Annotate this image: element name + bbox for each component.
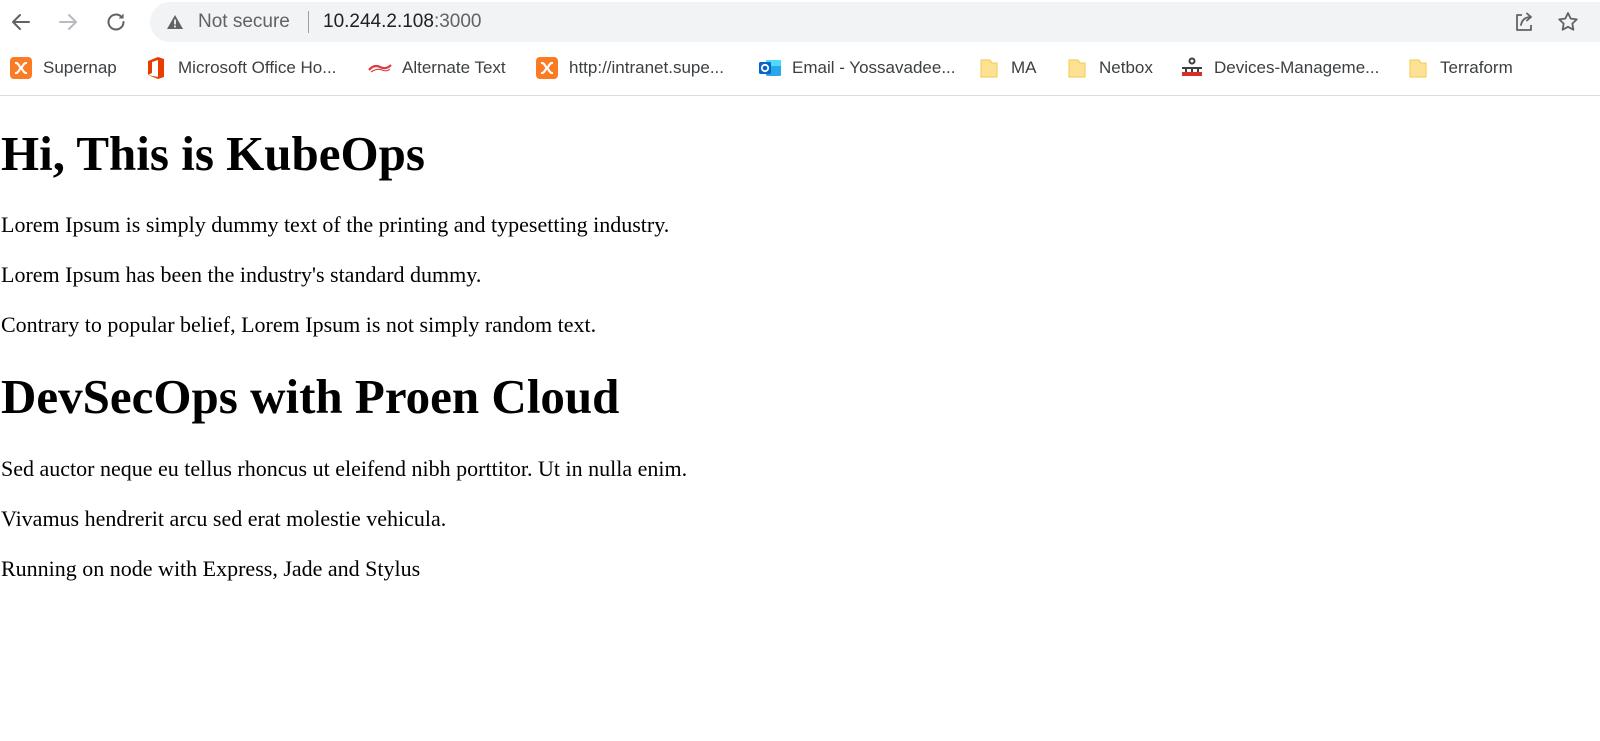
bookmark-alternate-text[interactable]: Alternate Text: [368, 55, 506, 81]
bookmark-folder-terraform[interactable]: Terraform: [1406, 55, 1513, 81]
xampp-icon: [9, 56, 33, 80]
outlook-icon: [758, 56, 782, 80]
bookmark-label: http://intranet.supe...: [569, 58, 724, 77]
arrow-left-icon: [12, 14, 30, 30]
paragraph: Running on node with Express, Jade and S…: [1, 556, 421, 581]
paragraph: Sed auctor neque eu tellus rhoncus ut el…: [1, 456, 688, 481]
url-host: 10.244.2.108: [323, 11, 434, 32]
url-text[interactable]: 10.244.2.108:3000: [323, 12, 482, 32]
arrow-right-icon: [59, 14, 77, 30]
paragraph: Lorem Ipsum is simply dummy text of the …: [1, 212, 670, 237]
folder-icon: [1065, 56, 1089, 80]
bookmark-intranet[interactable]: http://intranet.supe...: [535, 55, 724, 81]
reload-icon: [107, 13, 125, 31]
page-heading-devsecops: DevSecOps with Proen Cloud: [1, 369, 620, 424]
office-icon: [144, 56, 168, 80]
bookmark-devices-management[interactable]: Devices-Manageme...: [1180, 55, 1379, 81]
page-content: Hi, This is KubeOps Lorem Ipsum is simpl…: [0, 96, 1600, 741]
bookmark-label: Alternate Text: [402, 58, 506, 77]
warning-icon[interactable]: [166, 14, 184, 30]
reload-button[interactable]: [100, 6, 132, 38]
address-divider: [308, 11, 309, 33]
page-heading-kubeops: Hi, This is KubeOps: [1, 126, 425, 181]
browser-toolbar: Not secure 10.244.2.108:3000: [0, 0, 1600, 44]
bookmark-folder-ma[interactable]: MA: [977, 55, 1037, 81]
bookmark-supernap[interactable]: Supernap: [9, 55, 117, 81]
back-button[interactable]: [5, 6, 37, 38]
bookmark-label: Microsoft Office Ho...: [178, 58, 337, 77]
share-icon[interactable]: [1512, 10, 1536, 34]
url-port: :3000: [433, 11, 482, 32]
paragraph: Vivamus hendrerit arcu sed erat molestie…: [1, 506, 447, 531]
bookmark-folder-netbox[interactable]: Netbox: [1065, 55, 1153, 81]
bookmark-microsoft-office[interactable]: Microsoft Office Ho...: [144, 55, 336, 81]
folder-icon: [977, 56, 1001, 80]
bookmark-email[interactable]: Email - Yossavadee...: [758, 55, 955, 81]
forward-button[interactable]: [52, 6, 84, 38]
bookmark-label: Devices-Manageme...: [1214, 58, 1380, 77]
bookmark-label: Terraform: [1440, 58, 1513, 77]
paragraph: Contrary to popular belief, Lorem Ipsum …: [1, 312, 597, 337]
bookmark-label: Netbox: [1099, 58, 1153, 77]
bookmarks-bar: Supernap Microsoft Office Ho... Alternat…: [0, 44, 1600, 96]
star-bookmark-icon[interactable]: [1556, 10, 1580, 34]
bookmark-label: Supernap: [43, 58, 117, 77]
devices-icon: [1180, 56, 1204, 80]
bookmark-label: MA: [1011, 58, 1037, 77]
xampp-icon: [535, 56, 559, 80]
paragraph: Lorem Ipsum has been the industry's stan…: [1, 262, 482, 287]
security-status-label[interactable]: Not secure: [198, 12, 290, 32]
folder-icon: [1406, 56, 1430, 80]
alternate-text-icon: [368, 56, 392, 80]
bookmark-label: Email - Yossavadee...: [792, 58, 956, 77]
address-bar[interactable]: Not secure 10.244.2.108:3000: [150, 2, 1600, 42]
